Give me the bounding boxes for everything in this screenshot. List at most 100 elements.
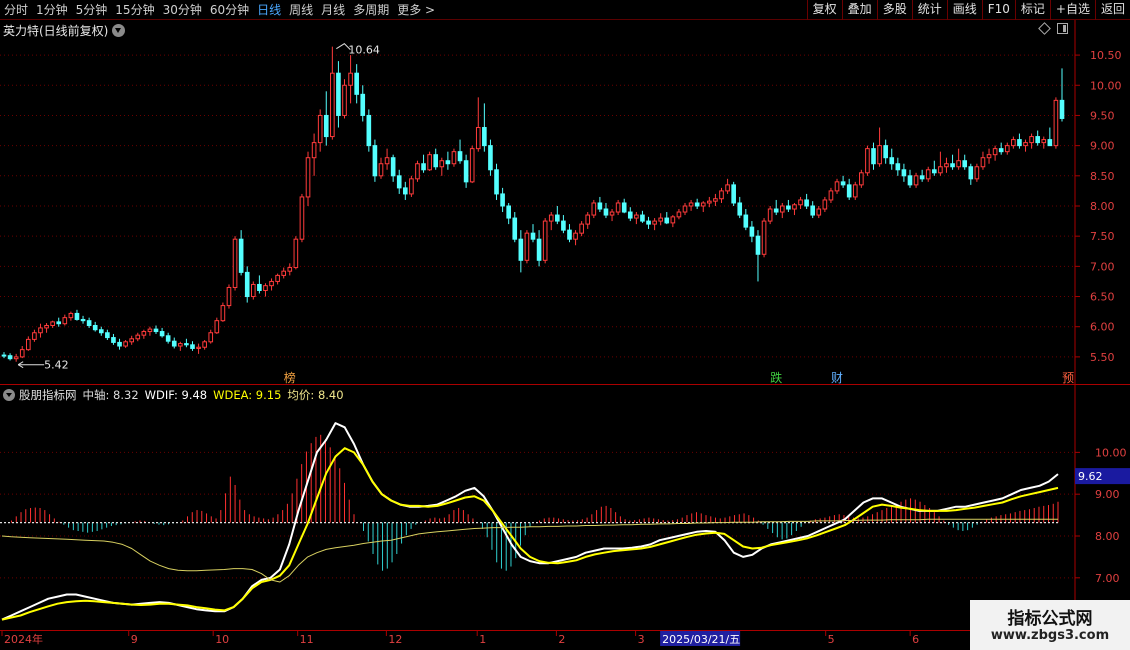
- candle: [281, 267, 287, 279]
- candle: [992, 145, 998, 161]
- candle-body: [548, 214, 554, 222]
- candle-body: [475, 127, 481, 150]
- candle-body: [755, 235, 761, 255]
- candle: [798, 196, 803, 210]
- candle-body: [269, 280, 274, 287]
- candle: [871, 142, 876, 170]
- candle-body: [1029, 136, 1034, 144]
- candle: [652, 218, 657, 231]
- candle-body: [202, 341, 207, 348]
- candle: [907, 169, 913, 188]
- candle: [846, 178, 852, 200]
- indicator-menu-icon[interactable]: [3, 389, 15, 401]
- candle-body: [609, 211, 615, 216]
- candle-body: [378, 163, 384, 177]
- candle-body: [524, 232, 530, 261]
- candle: [627, 207, 633, 222]
- candle-body: [263, 285, 268, 291]
- indicator-name: 股朋指标网: [19, 388, 77, 402]
- candle-body: [658, 217, 664, 222]
- candle-body: [871, 148, 876, 165]
- series-line: [1, 447, 1059, 621]
- candle-body: [129, 338, 135, 343]
- candle-body: [901, 169, 907, 177]
- candle: [555, 205, 560, 225]
- candle-body: [463, 160, 469, 183]
- candle-body: [402, 187, 408, 195]
- candle-body: [220, 305, 226, 322]
- candle-body: [542, 220, 548, 261]
- candle-body: [433, 154, 439, 168]
- candle: [105, 329, 110, 340]
- candle: [19, 346, 25, 359]
- candle-body: [165, 335, 171, 342]
- candle-body: [634, 214, 639, 219]
- candle-body: [840, 181, 846, 186]
- candle: [317, 109, 323, 152]
- candle: [901, 163, 907, 182]
- candle-body: [682, 205, 688, 213]
- candle: [141, 329, 147, 339]
- candle: [530, 224, 536, 243]
- candle: [725, 178, 730, 194]
- candle-body: [178, 343, 183, 347]
- candle: [354, 64, 359, 104]
- candle: [488, 139, 493, 176]
- candle-body: [330, 72, 335, 138]
- x-tick-label: 9: [131, 633, 138, 646]
- candle: [38, 323, 43, 338]
- candle: [311, 133, 317, 176]
- candle: [561, 215, 566, 234]
- candle: [348, 55, 353, 104]
- candle-body: [700, 202, 706, 207]
- candle-body: [761, 220, 767, 255]
- indicator-header: 股朋指标网 中轴: 8.32 WDIF: 9.48 WDEA: 9.15 均价: 8.…: [3, 387, 350, 403]
- y-tick-label: 5.50: [1090, 351, 1115, 364]
- y-tick-label: 10.00: [1095, 446, 1127, 459]
- candle: [74, 309, 80, 321]
- stock-chart[interactable]: 5.50 6.00 6.50 7.00 7.50 8.00 8.50 9.00 9.50 10.0…: [0, 0, 1130, 650]
- candle-body: [1059, 99, 1065, 119]
- candle: [402, 181, 408, 200]
- candle-body: [147, 328, 153, 333]
- candle-body: [822, 199, 828, 210]
- candle-body: [621, 202, 627, 213]
- indicator-values: 中轴: 8.32 WDIF: 9.48 WDEA: 9.15 均价: 8.40: [83, 387, 350, 403]
- candle-body: [798, 199, 803, 206]
- candle-body: [670, 216, 676, 224]
- candle-body: [244, 271, 250, 298]
- x-tick-label: 5: [828, 633, 835, 646]
- candle-body: [482, 127, 487, 147]
- candle-body: [889, 157, 895, 165]
- candle: [512, 212, 518, 243]
- candle-body: [992, 148, 998, 156]
- candle: [250, 281, 256, 300]
- candle-body: [968, 166, 974, 180]
- candle: [1041, 136, 1047, 149]
- candle: [895, 157, 901, 176]
- candle-body: [105, 332, 110, 339]
- candle-body: [767, 208, 773, 222]
- watermark-title: 指标公式网: [1007, 609, 1093, 629]
- candle: [336, 61, 341, 128]
- candle: [998, 142, 1004, 155]
- candle: [688, 199, 694, 211]
- watermark: 指标公式网 www.zbgs3.com: [970, 600, 1130, 650]
- candle: [293, 236, 299, 270]
- candle-body: [348, 72, 353, 86]
- candle-body: [846, 184, 852, 198]
- candle-body: [190, 344, 195, 349]
- indicator-value: WDEA: 9.15: [213, 388, 282, 402]
- candle-body: [184, 343, 189, 346]
- candle: [153, 325, 159, 334]
- candle-body: [171, 340, 177, 347]
- candle: [220, 302, 226, 322]
- candle: [518, 230, 524, 273]
- candle-body: [26, 338, 31, 351]
- candle-body: [1047, 139, 1053, 147]
- candle-body: [366, 114, 372, 147]
- candle-body: [786, 205, 791, 210]
- candle: [409, 175, 414, 197]
- candle: [415, 160, 420, 182]
- candle-body: [232, 238, 238, 288]
